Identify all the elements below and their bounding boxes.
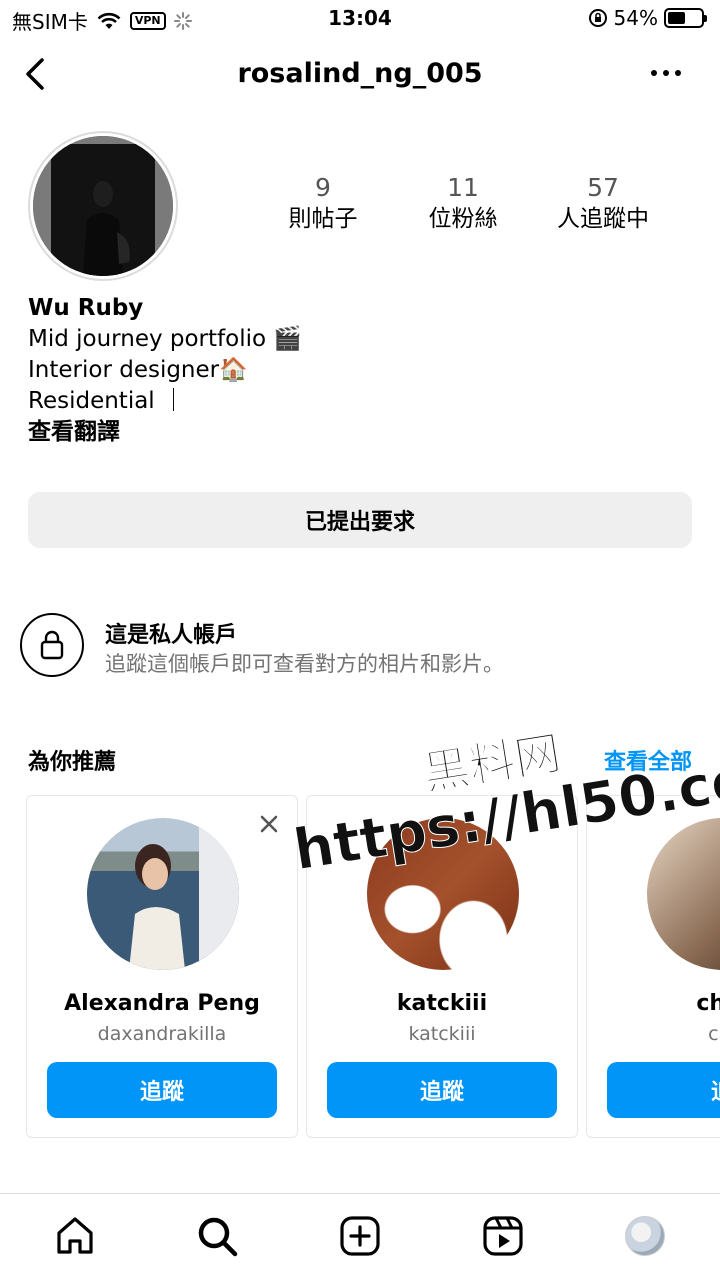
orientation-lock-icon <box>588 9 607 27</box>
stat-following-count: 57 <box>587 173 619 202</box>
stat-posts-label: 則帖子 <box>288 206 358 232</box>
suggestion-avatar[interactable] <box>87 818 239 970</box>
dismiss-button[interactable] <box>257 812 281 836</box>
private-subtitle: 追蹤這個帳戶即可查看對方的相片和影片。 <box>105 652 504 676</box>
profile-bio: Wu Ruby Mid journey portfolio 🎬 Interior… <box>28 293 688 448</box>
see-translation-link[interactable]: 查看翻譯 <box>28 417 688 448</box>
profile-avatar[interactable] <box>28 131 178 281</box>
stat-followers-label: 位粉絲 <box>428 206 498 232</box>
follow-button[interactable]: 追 <box>607 1062 720 1118</box>
battery-fill <box>668 12 686 24</box>
suggestions-header: 為你推薦 查看全部 <box>28 742 692 776</box>
stat-posts-count: 9 <box>315 173 331 202</box>
home-icon <box>57 1217 93 1254</box>
suggestion-carousel[interactable]: Alexandra Peng daxandrakilla 追蹤 katckiii… <box>26 795 720 1139</box>
suggestion-username: daxandrakilla <box>97 1023 227 1045</box>
profile-photo <box>33 136 173 276</box>
stat-following[interactable]: 57 人追蹤中 <box>533 172 673 234</box>
battery-icon <box>664 8 707 28</box>
stat-followers[interactable]: 11 位粉絲 <box>393 172 533 234</box>
display-name: Wu Ruby <box>28 295 144 321</box>
stat-following-label: 人追蹤中 <box>557 206 649 232</box>
suggestion-name: katckiii <box>396 991 488 1016</box>
lock-icon <box>40 630 64 660</box>
suggestions-title: 為你推薦 <box>28 750 117 775</box>
requested-button[interactable]: 已提出要求 <box>28 492 692 548</box>
suggestion-username: katckiii <box>408 1023 476 1045</box>
suggestion-name: Alexandra Peng <box>64 991 260 1016</box>
more-options-button[interactable] <box>648 58 684 88</box>
create-post-icon <box>340 1216 380 1256</box>
private-title: 這是私人帳戶 <box>105 623 238 648</box>
reels-icon <box>483 1216 523 1256</box>
nav-search[interactable] <box>195 1214 239 1258</box>
nav-profile[interactable] <box>623 1214 667 1258</box>
bio-line: Mid journey portfolio 🎬 <box>28 326 303 352</box>
profile-header: rosalind_ng_005 <box>0 48 720 100</box>
stat-posts[interactable]: 9 則帖子 <box>253 172 393 234</box>
follow-button[interactable]: 追蹤 <box>47 1062 277 1118</box>
search-icon <box>198 1217 238 1257</box>
suggestion-card[interactable]: katckiii katckiii 追蹤 <box>306 795 578 1138</box>
suggestion-username: chl <box>708 1023 720 1045</box>
nav-reels[interactable] <box>481 1214 525 1258</box>
suggestion-card[interactable]: Alexandra Peng daxandrakilla 追蹤 <box>26 795 298 1138</box>
status-right: 54% <box>588 6 707 30</box>
more-horizontal-icon <box>651 70 681 76</box>
suggestion-avatar[interactable] <box>647 818 720 970</box>
status-bar: 無SIM卡 VPN 13:04 54% <box>0 0 720 38</box>
page-title: rosalind_ng_005 <box>237 58 483 89</box>
nav-create[interactable] <box>338 1214 382 1258</box>
profile-stats: 9 則帖子 11 位粉絲 57 人追蹤中 <box>253 172 673 234</box>
bio-line: Interior designer🏠 <box>28 357 248 383</box>
profile-photo-figure <box>33 136 173 276</box>
close-icon <box>260 815 278 833</box>
stat-followers-count: 11 <box>447 173 479 202</box>
suggestion-avatar-figure <box>129 818 239 970</box>
nav-home[interactable] <box>53 1214 97 1258</box>
see-all-link[interactable]: 查看全部 <box>604 744 692 776</box>
profile-avatar-thumb <box>625 1216 665 1256</box>
suggestion-avatar[interactable] <box>367 818 519 970</box>
bottom-navigation <box>0 1193 720 1280</box>
private-account-notice: 這是私人帳戶 追蹤這個帳戶即可查看對方的相片和影片。 <box>20 613 700 679</box>
follow-button[interactable]: 追蹤 <box>327 1062 557 1118</box>
suggestion-name: chlo <box>696 991 720 1016</box>
lock-icon-circle <box>20 613 84 677</box>
battery-percent: 54% <box>613 6 658 30</box>
bio-line: Residential ｜ <box>28 388 186 414</box>
suggestion-card[interactable]: chlo chl 追 <box>586 795 720 1138</box>
